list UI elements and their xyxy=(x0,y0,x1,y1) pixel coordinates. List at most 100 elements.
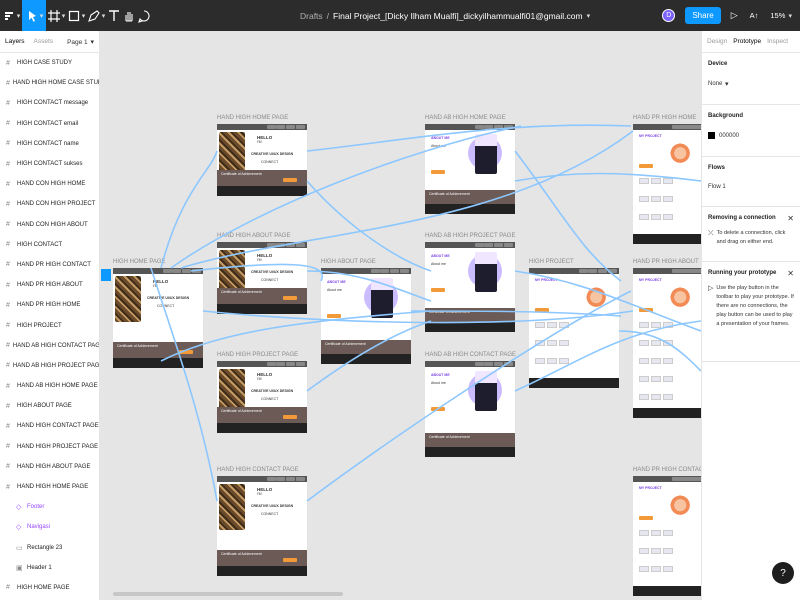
layer-item[interactable]: # HIGH ABOUT PAGE xyxy=(0,396,99,416)
frame-label[interactable]: HAND HIGH CONTACT PAGE xyxy=(217,467,299,473)
flow-item[interactable]: Flow 1 xyxy=(708,184,794,190)
connection-line[interactable] xyxy=(160,150,218,269)
nav-item xyxy=(296,362,306,366)
horizontal-scrollbar[interactable] xyxy=(113,592,343,596)
connection-line[interactable] xyxy=(306,180,432,272)
project-card xyxy=(547,340,557,346)
layer-item[interactable]: # HAND HIGH HOME PAGE xyxy=(0,477,99,497)
layer-item[interactable]: # HAND AB HIGH CONTACT PAGE xyxy=(0,336,99,356)
frame-project[interactable]: MY PROJECT xyxy=(633,124,701,244)
frame-label[interactable]: HIGH PROJECT xyxy=(529,259,574,265)
layer-item[interactable]: # HAND AB HIGH PROJECT PAGE xyxy=(0,356,99,376)
layer-item[interactable]: # HAND CON HIGH ABOUT xyxy=(0,215,99,235)
frame-project[interactable]: MY PROJECT xyxy=(633,476,701,596)
frame-home[interactable]: HELLO I'M CREATIVE UI/UX DESIGN CONNECT Cert… xyxy=(217,476,307,576)
frame-home[interactable]: HELLO I'M CREATIVE UI/UX DESIGN CONNECT Cert… xyxy=(217,361,307,433)
layer-item[interactable]: # HIGH CONTACT name xyxy=(0,134,99,154)
frame-label[interactable]: HAND HIGH ABOUT PAGE xyxy=(217,233,290,239)
frame-about[interactable]: ABOUT ME About me Certificate of Achieveme… xyxy=(425,242,515,332)
frame-icon: # xyxy=(6,59,10,67)
device-select[interactable]: None ▾ xyxy=(708,80,794,88)
project-cards xyxy=(639,322,673,328)
frame-home[interactable]: HELLO I'M CREATIVE UI/UX DESIGN CONNECT Cert… xyxy=(217,242,307,314)
project-card xyxy=(651,196,661,202)
comment-tool-icon[interactable] xyxy=(136,0,151,31)
frame-label[interactable]: HAND AB HIGH HOME PAGE xyxy=(425,115,506,121)
avatar[interactable]: D xyxy=(662,9,676,22)
color-swatch[interactable] xyxy=(708,132,715,139)
tab-layers[interactable]: Layers xyxy=(5,38,25,45)
help-button[interactable]: ? xyxy=(772,562,794,584)
play-icon[interactable]: ▷ xyxy=(731,10,738,21)
layer-item[interactable]: # HIGH CONTACT xyxy=(0,235,99,255)
frame-label[interactable]: HAND PR HIGH HOME xyxy=(633,115,696,121)
layer-item[interactable]: # HAND PR HIGH CONTACT xyxy=(0,255,99,275)
share-button[interactable]: Share xyxy=(685,7,721,24)
layer-item[interactable]: ◇ Navigasi xyxy=(0,517,99,537)
close-icon[interactable]: ✕ xyxy=(787,269,794,278)
frame-about[interactable]: ABOUT ME About me Certificate of Achieveme… xyxy=(425,361,515,457)
frame-project[interactable]: MY PROJECT xyxy=(633,268,701,418)
tab-assets[interactable]: Assets xyxy=(34,38,54,45)
drafts-link[interactable]: Drafts xyxy=(300,11,323,21)
layer-item[interactable]: # HAND HIGH CONTACT PAGE xyxy=(0,416,99,436)
layer-name: HAND CON HIGH HOME xyxy=(17,181,86,188)
background-value[interactable]: 000000 xyxy=(719,133,739,139)
hand-tool-icon[interactable] xyxy=(121,0,136,31)
frame-tool-icon[interactable]: ▾ xyxy=(46,0,66,31)
layer-item[interactable]: # HAND HIGH PROJECT PAGE xyxy=(0,437,99,457)
layer-item[interactable]: # HAND PR HIGH ABOUT xyxy=(0,275,99,295)
layer-item[interactable]: # HIGH CONTACT message xyxy=(0,93,99,113)
frame-label[interactable]: HIGH HOME PAGE xyxy=(113,259,166,265)
layer-item[interactable]: # HIGH CONTACT sukses xyxy=(0,154,99,174)
chevron-down-icon[interactable]: ▾ xyxy=(587,12,591,20)
frame-about[interactable]: ABOUT ME About me Certificate of Achieveme… xyxy=(425,124,515,214)
frame-label[interactable]: HAND AB HIGH CONTACT PAGE xyxy=(425,352,516,358)
frame-label[interactable]: HAND HIGH PROJECT PAGE xyxy=(217,352,298,358)
accessibility-toggle[interactable]: A↑ xyxy=(750,11,759,20)
layer-item[interactable]: ▭ Rectangle 23 xyxy=(0,538,99,558)
frame-icon: # xyxy=(6,463,10,471)
frame-home[interactable]: HELLO I'M CREATIVE UI/UX DESIGN CONNECT Cert… xyxy=(113,268,203,368)
frame-home[interactable]: HELLO I'M CREATIVE UI/UX DESIGN CONNECT Cert… xyxy=(217,124,307,196)
move-tool-icon[interactable]: ▾ xyxy=(22,0,46,31)
main-menu-icon[interactable]: ▾ xyxy=(0,0,22,31)
frame-about[interactable]: ABOUT ME About me Certificate of Achieveme… xyxy=(321,268,411,364)
close-icon[interactable]: ✕ xyxy=(787,214,794,223)
layer-item[interactable]: ◇ Footer xyxy=(0,497,99,517)
file-name[interactable]: Final Project_[Dicky Ilham Mualfi]_dicky… xyxy=(333,11,583,21)
layer-item[interactable]: # HAND AB HIGH HOME PAGE xyxy=(0,376,99,396)
layer-item[interactable]: # HAND HIGH ABOUT PAGE xyxy=(0,457,99,477)
document-title[interactable]: Drafts / Final Project_[Dicky Ilham Mual… xyxy=(300,0,590,31)
frame-label[interactable]: HIGH ABOUT PAGE xyxy=(321,259,376,265)
layer-item[interactable]: # HIGH PROJECT xyxy=(0,315,99,335)
layer-item[interactable]: # HIGH CASE STUDY xyxy=(0,53,99,73)
frame-label[interactable]: HAND PR HIGH ABOUT xyxy=(633,259,699,265)
frame-project[interactable]: MY PROJECT xyxy=(529,268,619,388)
project-card xyxy=(639,214,649,220)
tab-inspect[interactable]: Inspect xyxy=(767,38,788,45)
layer-item[interactable]: ▣ Header 1 xyxy=(0,558,99,578)
canvas[interactable]: HAND HIGH HOME PAGE HELLO I'M CREATIVE UI/U… xyxy=(101,31,701,600)
layer-item[interactable]: # HAND HIGH HOME CASE STUDY xyxy=(0,73,99,93)
text-tool-icon[interactable] xyxy=(106,0,121,31)
tab-prototype[interactable]: Prototype xyxy=(733,38,761,45)
hero-connect: CONNECT xyxy=(261,397,279,401)
layer-item[interactable]: # HIGH HOME PAGE xyxy=(0,578,99,598)
zoom-level[interactable]: 15% ▾ xyxy=(770,11,792,20)
layer-item[interactable]: # HAND CON HIGH PROJECT xyxy=(0,194,99,214)
layer-item[interactable]: # HIGH CONTACT email xyxy=(0,114,99,134)
shape-tool-icon[interactable]: ▾ xyxy=(66,0,86,31)
flow-start-icon[interactable] xyxy=(101,269,111,281)
pen-tool-icon[interactable]: ▾ xyxy=(86,0,106,31)
cta-button xyxy=(283,178,297,182)
project-card xyxy=(663,548,673,554)
layer-item[interactable]: # HAND PR HIGH HOME xyxy=(0,295,99,315)
frame-label[interactable]: HAND PR HIGH CONTACT xyxy=(633,467,701,473)
tab-design[interactable]: Design xyxy=(707,38,727,45)
frame-label[interactable]: HAND HIGH HOME PAGE xyxy=(217,115,288,121)
background-color-field[interactable]: 000000 xyxy=(708,132,794,139)
layer-item[interactable]: # HAND CON HIGH HOME xyxy=(0,174,99,194)
page-selector[interactable]: Page 1 ▾ xyxy=(67,38,94,46)
frame-label[interactable]: HAND AB HIGH PROJECT PAGE xyxy=(425,233,515,239)
